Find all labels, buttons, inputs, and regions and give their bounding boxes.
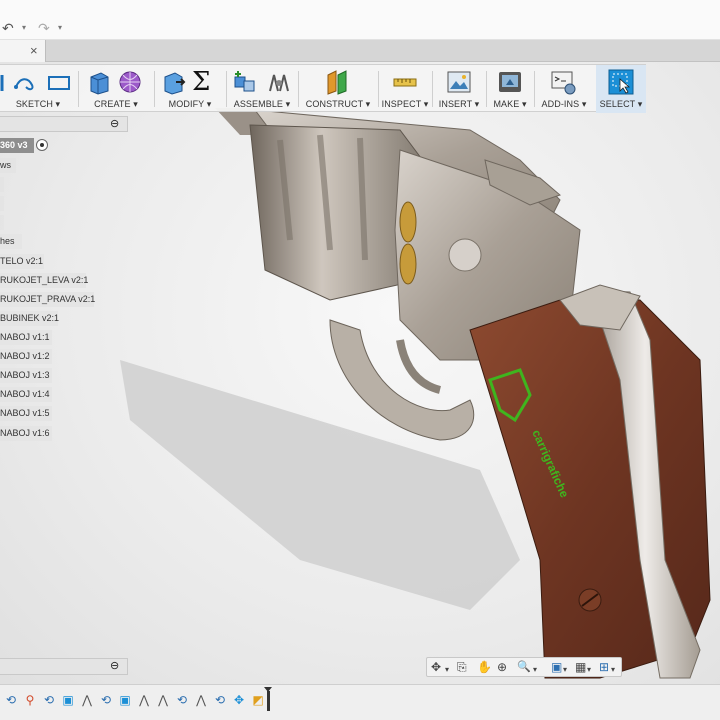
timeline-joint-icon[interactable]: ⚲ bbox=[23, 693, 37, 707]
close-tab-icon[interactable]: × bbox=[30, 43, 38, 58]
3d-print-icon[interactable] bbox=[497, 69, 523, 95]
browser-item-telo[interactable]: TELO v2:1 bbox=[0, 254, 44, 269]
browser-root-item[interactable]: 360 v3 bbox=[0, 138, 34, 153]
browser-item-named-views[interactable]: ws bbox=[0, 158, 16, 173]
timeline-playhead[interactable] bbox=[264, 687, 272, 711]
browser-item-naboj-4[interactable]: NABOJ v1:4 bbox=[0, 387, 52, 402]
measure-icon[interactable] bbox=[392, 69, 418, 95]
browser-panel-header[interactable]: ⊖ bbox=[0, 116, 128, 132]
insert-group[interactable]: INSERT ▾ bbox=[434, 65, 484, 113]
select-icon[interactable] bbox=[608, 69, 634, 95]
timeline-joint-icon[interactable]: ⋀ bbox=[80, 693, 94, 707]
offset-plane-icon[interactable] bbox=[324, 69, 350, 95]
navigation-bar: ✥ ▾ ⎘ ✋ ⊕ 🔍 ▾ ▣ ▾ ▦ ▾ ⊞ ▾ bbox=[426, 657, 622, 677]
activate-radio-icon[interactable] bbox=[36, 139, 48, 151]
canvas-viewport[interactable]: carrigrafiche bbox=[0, 62, 720, 684]
viewports-icon[interactable]: ⊞ bbox=[599, 660, 609, 674]
construct-group[interactable]: CONSTRUCT ▾ bbox=[300, 65, 376, 113]
fit-icon[interactable]: 🔍 bbox=[517, 660, 531, 674]
document-tab[interactable]: × bbox=[0, 40, 46, 62]
browser-collapse-icon[interactable]: ⊖ bbox=[110, 118, 122, 130]
timeline-sketch-icon[interactable]: ⟲ bbox=[213, 693, 227, 707]
timeline-joint-icon[interactable]: ⋀ bbox=[194, 693, 208, 707]
display-settings-icon[interactable]: ▣ bbox=[551, 660, 562, 674]
add-ins-menu[interactable]: ADD-INS ▾ bbox=[536, 99, 592, 110]
document-tab-row: × bbox=[0, 40, 720, 62]
browser-item-naboj-6[interactable]: NABOJ v1:6 bbox=[0, 426, 52, 441]
inspect-menu[interactable]: INSPECT ▾ bbox=[380, 99, 430, 110]
browser-item-naboj-5[interactable]: NABOJ v1:5 bbox=[0, 406, 52, 421]
timeline-sketch-icon[interactable]: ⟲ bbox=[4, 693, 18, 707]
browser-item-naboj-1[interactable]: NABOJ v1:1 bbox=[0, 330, 52, 345]
sigma-icon[interactable]: Σ bbox=[192, 69, 218, 95]
viewports-dropdown-caret[interactable]: ▾ bbox=[611, 663, 615, 677]
browser-item-naboj-3[interactable]: NABOJ v1:3 bbox=[0, 368, 52, 383]
timeline-component-icon[interactable]: ▣ bbox=[61, 693, 75, 707]
create-menu[interactable]: CREATE ▾ bbox=[80, 99, 152, 110]
timeline-sketch-icon[interactable]: ⟲ bbox=[99, 693, 113, 707]
timeline-sketch-icon[interactable]: ⟲ bbox=[175, 693, 189, 707]
timeline-sketch-icon[interactable]: ⟲ bbox=[42, 693, 56, 707]
add-ins-group[interactable]: ADD-INS ▾ bbox=[536, 65, 592, 113]
browser-item-sketches[interactable]: hes bbox=[0, 234, 22, 249]
browser-item[interactable] bbox=[0, 215, 4, 230]
modify-group[interactable]: Σ MODIFY ▾ bbox=[156, 65, 224, 113]
browser-item-bubinek[interactable]: BUBINEK v2:1 bbox=[0, 311, 59, 326]
new-component-icon[interactable] bbox=[232, 69, 258, 95]
modify-menu[interactable]: MODIFY ▾ bbox=[156, 99, 224, 110]
construct-menu[interactable]: CONSTRUCT ▾ bbox=[300, 99, 376, 110]
pan-icon[interactable]: ✋ bbox=[477, 660, 492, 674]
main-toolbar: SKETCH ▾ CREATE ▾ Σ MODIFY ▾ ASSEMBLE ▾ … bbox=[0, 64, 646, 113]
look-at-icon[interactable]: ⎘ bbox=[457, 660, 467, 674]
press-pull-icon[interactable] bbox=[160, 69, 186, 95]
sketch-group[interactable]: SKETCH ▾ bbox=[0, 65, 76, 113]
scripts-addins-icon[interactable] bbox=[550, 69, 576, 95]
browser-item[interactable] bbox=[0, 177, 4, 192]
undo-icon[interactable]: ↶ bbox=[2, 20, 14, 36]
joint-icon[interactable] bbox=[266, 69, 292, 95]
insert-menu[interactable]: INSERT ▾ bbox=[434, 99, 484, 110]
comments-panel-header[interactable]: ⊖ bbox=[0, 658, 128, 675]
extrude-icon[interactable] bbox=[86, 69, 112, 95]
grid-dropdown-caret[interactable]: ▾ bbox=[587, 663, 591, 677]
timeline-component-icon[interactable]: ▣ bbox=[118, 693, 132, 707]
select-menu[interactable]: SELECT ▾ bbox=[596, 99, 646, 110]
quick-access-toolbar: ↶ ▾ ↷ ▾ bbox=[0, 0, 720, 40]
comments-collapse-icon[interactable]: ⊖ bbox=[110, 660, 122, 672]
timeline: ⟲ ⚲ ⟲ ▣ ⋀ ⟲ ▣ ⋀ ⋀ ⟲ ⋀ ⟲ ✥ ◩ bbox=[0, 684, 720, 720]
sketch-rectangle-icon[interactable] bbox=[46, 69, 72, 95]
redo-icon[interactable]: ↷ bbox=[38, 20, 50, 36]
zoom-dropdown-caret[interactable]: ▾ bbox=[533, 663, 537, 677]
browser-item-naboj-2[interactable]: NABOJ v1:2 bbox=[0, 349, 52, 364]
browser-item[interactable] bbox=[0, 196, 4, 211]
select-group[interactable]: SELECT ▾ bbox=[596, 65, 646, 113]
timeline-joint-icon[interactable]: ⋀ bbox=[137, 693, 151, 707]
grid-icon[interactable]: ▦ bbox=[575, 660, 586, 674]
timeline-move-icon[interactable]: ✥ bbox=[232, 693, 246, 707]
assemble-menu[interactable]: ASSEMBLE ▾ bbox=[228, 99, 296, 110]
browser-item-rukojet-leva[interactable]: RUKOJET_LEVA v2:1 bbox=[0, 273, 88, 288]
timeline-joint-icon[interactable]: ⋀ bbox=[156, 693, 170, 707]
timeline-feature-icon[interactable]: ◩ bbox=[251, 693, 265, 707]
form-icon[interactable] bbox=[118, 69, 144, 95]
assemble-group[interactable]: ASSEMBLE ▾ bbox=[228, 65, 296, 113]
orbit-icon[interactable]: ✥ bbox=[431, 660, 441, 674]
model-shadow bbox=[120, 360, 520, 610]
make-group[interactable]: MAKE ▾ bbox=[488, 65, 532, 113]
sketch-menu[interactable]: SKETCH ▾ bbox=[0, 99, 76, 110]
sketch-spline-icon[interactable] bbox=[12, 69, 38, 95]
create-group[interactable]: CREATE ▾ bbox=[80, 65, 152, 113]
make-menu[interactable]: MAKE ▾ bbox=[488, 99, 532, 110]
redo-dropdown-caret[interactable]: ▾ bbox=[58, 23, 62, 32]
browser-item-rukojet-prava[interactable]: RUKOJET_PRAVA v2:1 bbox=[0, 292, 95, 307]
zoom-window-icon[interactable]: ⊕ bbox=[497, 660, 507, 674]
undo-dropdown-caret[interactable]: ▾ bbox=[22, 23, 26, 32]
insert-image-icon[interactable] bbox=[446, 69, 472, 95]
revolver-model: carrigrafiche bbox=[120, 108, 711, 679]
display-dropdown-caret[interactable]: ▾ bbox=[563, 663, 567, 677]
inspect-group[interactable]: INSPECT ▾ bbox=[380, 65, 430, 113]
orbit-dropdown-caret[interactable]: ▾ bbox=[445, 663, 449, 677]
